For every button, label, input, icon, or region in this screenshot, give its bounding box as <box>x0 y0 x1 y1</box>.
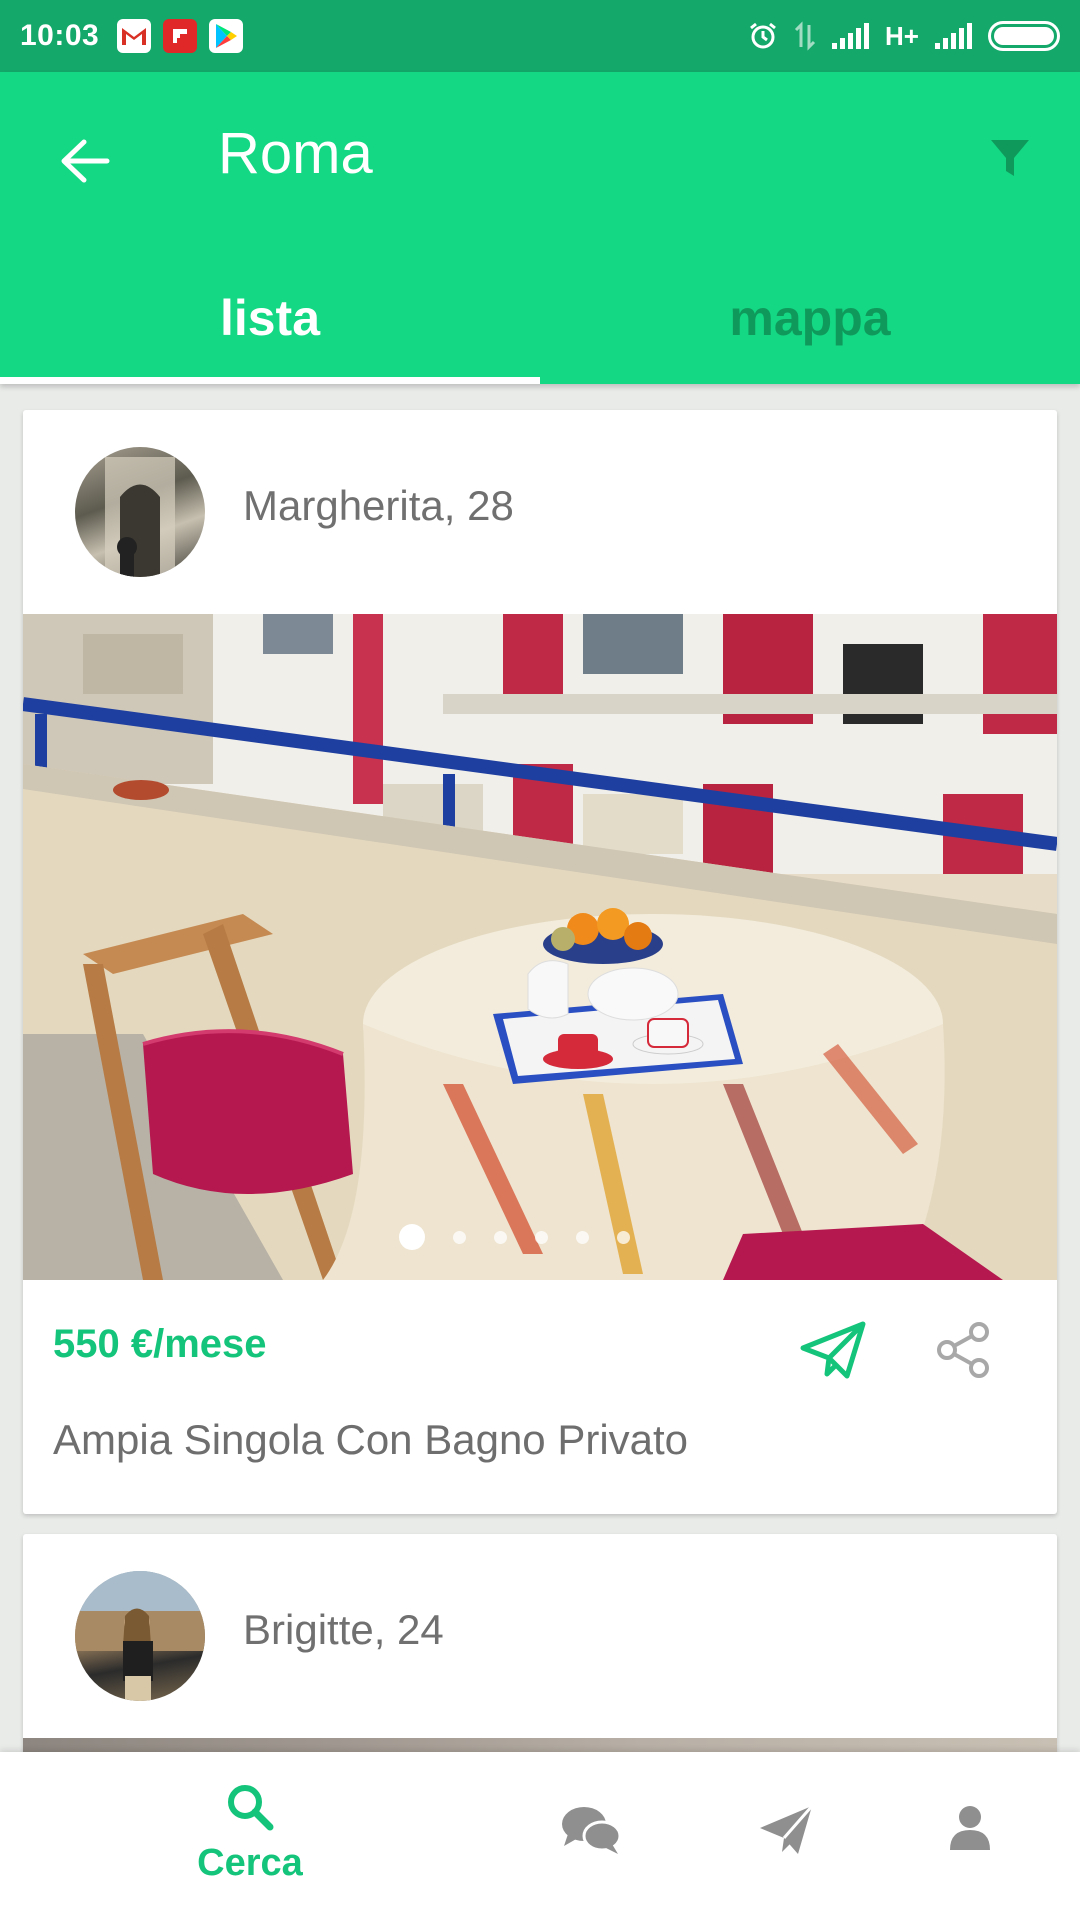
pager-dot[interactable] <box>493 1230 507 1244</box>
gmail-icon <box>117 19 152 53</box>
listing-title: Ampia Singola Con Bagno Privato <box>53 1416 689 1463</box>
nav-search[interactable]: Cerca <box>180 1782 320 1885</box>
arrow-left-icon <box>61 139 110 183</box>
pager-dot[interactable] <box>452 1230 466 1244</box>
tab-lista[interactable]: lista <box>0 272 540 384</box>
bottom-nav: Cerca <box>0 1752 1080 1920</box>
send-icon <box>760 1805 814 1854</box>
data-arrows-icon <box>794 21 816 51</box>
screen: 10:03 H+ Roma lista mappa Margherita, 28… <box>0 0 1080 1920</box>
listing-card[interactable]: Margherita, 28 550 €/mese Ampia Singola … <box>23 410 1057 1514</box>
pager-dot[interactable] <box>398 1224 425 1250</box>
share-button[interactable] <box>923 1310 1003 1390</box>
listing-price: 550 €/mese <box>53 1322 267 1366</box>
host-name: Margherita, 28 <box>243 482 514 529</box>
signal-icon-2 <box>935 23 972 49</box>
search-icon <box>228 1785 274 1831</box>
photo-pager <box>23 1224 1031 1250</box>
filter-icon <box>991 140 1029 176</box>
pager-dot[interactable] <box>575 1230 589 1244</box>
share-icon <box>937 1322 989 1378</box>
signal-icon <box>832 23 870 49</box>
play-store-icon <box>209 19 244 53</box>
filter-button[interactable] <box>980 128 1040 188</box>
profile-icon <box>950 1806 990 1850</box>
alarm-icon <box>750 22 776 49</box>
back-button[interactable] <box>52 128 118 194</box>
app-bar: Roma lista mappa <box>0 72 1080 384</box>
nav-profile[interactable] <box>948 1804 992 1852</box>
status-icons: H+ <box>748 21 1060 52</box>
status-time: 10:03 <box>20 19 100 52</box>
chat-icon <box>562 1807 622 1854</box>
host-row: Margherita, 28 <box>23 410 1057 614</box>
send-icon <box>800 1321 866 1379</box>
page-title: Roma <box>218 121 373 186</box>
listing-photo[interactable] <box>23 614 1057 1280</box>
battery-icon <box>988 21 1060 51</box>
pager-dot[interactable] <box>534 1230 548 1244</box>
listing-info: 550 €/mese Ampia Singola Con Bagno Priva… <box>23 1280 1057 1514</box>
host-name: Brigitte, 24 <box>243 1606 444 1653</box>
nav-messages[interactable] <box>560 1804 622 1856</box>
host-row: Brigitte, 24 <box>23 1534 1057 1738</box>
nav-search-label: Cerca <box>197 1842 303 1884</box>
pager-dot[interactable] <box>616 1230 630 1244</box>
flipboard-icon <box>163 19 198 53</box>
tab-indicator <box>0 377 540 384</box>
network-type: H+ <box>885 20 919 51</box>
tab-bar: lista mappa <box>0 272 1080 384</box>
tab-mappa[interactable]: mappa <box>540 272 1080 384</box>
avatar[interactable] <box>75 447 205 577</box>
status-bar: 10:03 H+ <box>0 0 1080 72</box>
send-message-button[interactable] <box>793 1310 873 1390</box>
avatar[interactable] <box>75 1571 205 1701</box>
nav-sent[interactable] <box>758 1804 814 1856</box>
